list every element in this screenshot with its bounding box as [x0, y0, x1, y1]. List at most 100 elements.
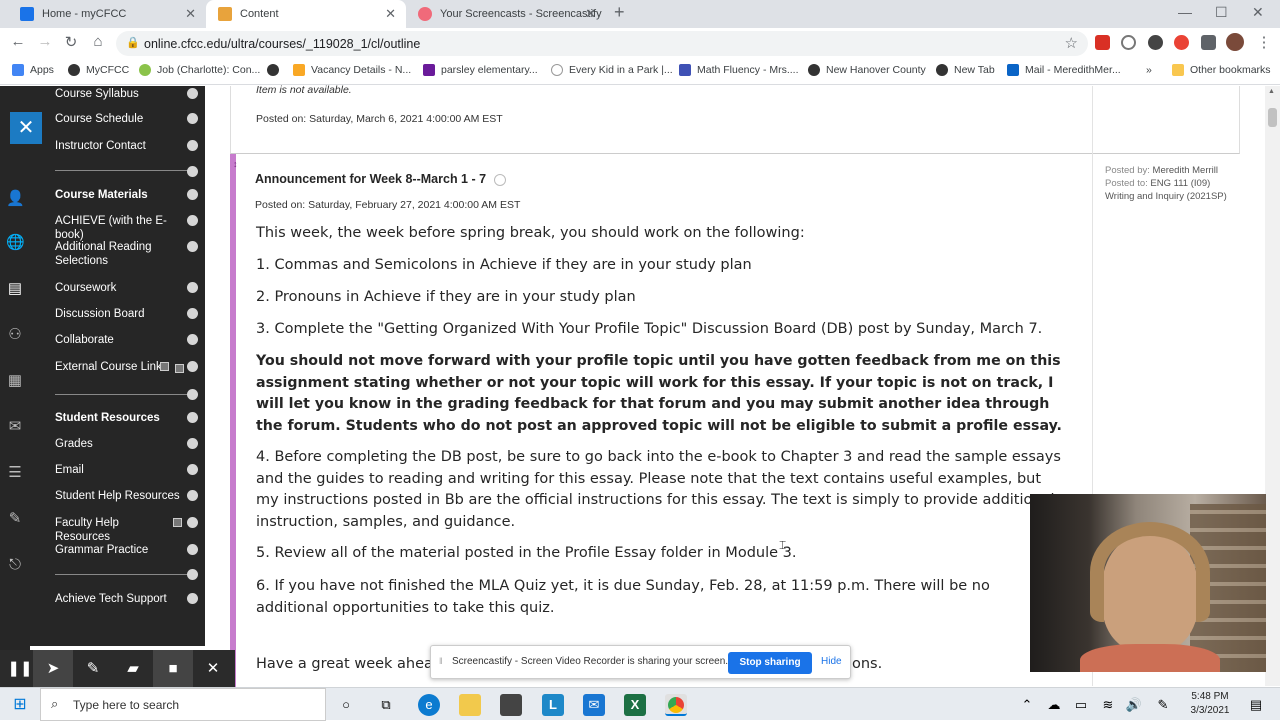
bookmark-parsley[interactable]: parsley elementary... — [423, 64, 538, 76]
excel-icon[interactable]: X — [624, 694, 646, 716]
bookmark-vacancy[interactable]: Vacancy Details - N... — [293, 64, 411, 76]
page-scrollbar[interactable] — [1265, 86, 1280, 686]
mail-icon[interactable]: ✉ — [583, 694, 605, 716]
nav-collaborate[interactable]: Collaborate — [55, 333, 187, 347]
person-icon[interactable]: 👤 — [6, 190, 25, 208]
windows-start-icon[interactable]: ⊞ — [9, 694, 31, 716]
announcement-title[interactable]: Announcement for Week 8--March 1 - 7 — [255, 172, 506, 186]
bookmark-new-hanover[interactable]: New Hanover County — [808, 64, 926, 76]
globe-icon[interactable]: 🌐 — [6, 234, 25, 252]
address-bar[interactable]: 🔒 online.cfcc.edu/ultra/courses/_119028_… — [116, 31, 1088, 56]
bookmark-globe[interactable] — [267, 64, 285, 76]
onedrive-icon[interactable]: ☁ — [1043, 694, 1065, 716]
calendar-icon[interactable]: ▦ — [6, 372, 24, 390]
taskbar-search-box[interactable]: ⌕ Type here to search — [40, 688, 326, 721]
nav-course-schedule[interactable]: Course Schedule — [55, 112, 187, 126]
pen-workspace-icon[interactable]: ✎ — [1152, 694, 1174, 716]
nav-grammar-practice[interactable]: Grammar Practice — [55, 543, 187, 557]
tab-label: Your Screencasts - Screencastify — [440, 8, 602, 20]
pen-icon[interactable]: ✎ — [73, 650, 113, 687]
close-tab-icon[interactable]: ✕ — [185, 6, 196, 22]
bookmark-math-fluency[interactable]: Math Fluency - Mrs.... — [679, 64, 799, 76]
bookmark-star-icon[interactable]: ☆ — [1065, 34, 1078, 52]
posted-on-text: Posted on: Saturday, February 27, 2021 4… — [255, 199, 521, 211]
bookmark-new-tab[interactable]: New Tab — [936, 64, 995, 76]
hide-button[interactable]: Hide — [821, 656, 842, 667]
bookmark-every-kid[interactable]: Every Kid in a Park |... — [551, 64, 673, 76]
maximize-icon[interactable]: ☐ — [1215, 4, 1228, 21]
nav-external-course-link[interactable]: External Course Link — [55, 360, 163, 374]
grip-icon[interactable]: ‖ — [439, 656, 443, 666]
courses-icon[interactable]: ▤ — [6, 280, 24, 298]
chrome-icon[interactable] — [665, 694, 687, 716]
new-tab-button[interactable]: + — [614, 2, 625, 23]
chevron-down-icon[interactable] — [493, 173, 506, 186]
chevron-up-icon[interactable]: ⌃ — [1016, 694, 1038, 716]
nav-student-resources[interactable]: Student Resources — [55, 411, 187, 425]
bookmark-apps[interactable]: Apps — [12, 64, 54, 76]
bookmark-job[interactable]: Job (Charlotte): Con... — [139, 64, 260, 76]
notifications-icon[interactable]: ▤ — [1245, 694, 1267, 716]
bookmark-other[interactable]: Other bookmarks — [1172, 64, 1271, 76]
store-icon[interactable] — [500, 694, 522, 716]
close-tab-icon[interactable]: ✕ — [585, 6, 596, 22]
tab-content[interactable]: Content ✕ — [206, 0, 406, 28]
nav-grades[interactable]: Grades — [55, 437, 187, 451]
minimize-icon[interactable]: — — [1178, 4, 1192, 20]
close-toolbar-icon[interactable]: ✕ — [193, 650, 233, 687]
grades-icon[interactable]: ☰ — [6, 464, 24, 482]
nav-achieve[interactable]: ACHIEVE (with the E-book) — [55, 214, 187, 242]
drag-handle-icon[interactable]: ↕ — [233, 159, 238, 169]
announcement-item-6: 6. If you have not finished the MLA Quiz… — [256, 578, 990, 616]
nav-coursework[interactable]: Coursework — [55, 281, 187, 295]
refresh-extension-icon[interactable] — [1121, 35, 1136, 50]
camera-icon[interactable]: ■ — [153, 650, 193, 687]
cursor-icon[interactable]: ➤ — [33, 650, 73, 687]
cortana-icon[interactable]: ○ — [335, 694, 357, 716]
lumen-icon[interactable]: L — [542, 694, 564, 716]
volume-icon[interactable]: 🔊 — [1123, 694, 1145, 716]
tab-screencastify[interactable]: Your Screencasts - Screencastify ✕ — [406, 0, 606, 28]
close-course-button[interactable]: ✕ — [10, 112, 42, 144]
sign-out-icon[interactable]: ⎋ — [6, 556, 24, 574]
bookmark-mail[interactable]: Mail - MeredithMer... — [1007, 64, 1121, 76]
taskbar-clock[interactable]: 5:48 PM 3/3/2021 — [1185, 690, 1235, 718]
nav-faculty-help[interactable]: Faculty Help Resources — [55, 516, 175, 544]
stop-sharing-button[interactable]: Stop sharing — [728, 652, 812, 674]
highlighter-icon[interactable]: ▰ — [113, 650, 153, 687]
edge-icon[interactable]: e — [418, 694, 440, 716]
nav-additional-reading[interactable]: Additional Reading Selections — [55, 240, 165, 268]
nav-email[interactable]: Email — [55, 463, 187, 477]
home-icon[interactable]: ⌂ — [88, 33, 108, 50]
nav-discussion-board[interactable]: Discussion Board — [55, 307, 187, 321]
nav-instructor-contact[interactable]: Instructor Contact — [55, 139, 187, 153]
reload-icon[interactable]: ↻ — [61, 33, 81, 51]
bookmarks-overflow[interactable]: » — [1146, 64, 1152, 76]
messages-icon[interactable]: ✉ — [6, 418, 24, 436]
screencastify-extension-icon[interactable] — [1174, 35, 1189, 50]
battery-icon[interactable]: ▭ — [1070, 694, 1092, 716]
puzzle-extensions-icon[interactable] — [1201, 35, 1216, 50]
menu-dots-icon[interactable]: ⋮ — [1254, 33, 1274, 51]
acrobat-extension-icon[interactable] — [1095, 35, 1110, 50]
scroll-up-icon[interactable]: ▲ — [1268, 88, 1275, 95]
profile-avatar[interactable] — [1226, 33, 1244, 51]
organizations-icon[interactable]: ⚇ — [6, 326, 24, 344]
file-explorer-icon[interactable] — [459, 694, 481, 716]
bookmark-mycfcc[interactable]: MyCFCC — [68, 64, 129, 76]
window-close-icon[interactable]: ✕ — [1252, 4, 1264, 21]
nav-student-help[interactable]: Student Help Resources — [55, 489, 187, 503]
nav-course-materials[interactable]: Course Materials — [55, 188, 187, 202]
tab-home-mycfcc[interactable]: Home - myCFCC ✕ — [8, 0, 206, 28]
scrollbar-thumb[interactable] — [1268, 108, 1277, 127]
nav-course-syllabus[interactable]: Course Syllabus — [55, 87, 187, 101]
nav-achieve-tech-support[interactable]: Achieve Tech Support — [55, 592, 187, 606]
back-icon[interactable]: ← — [8, 33, 28, 50]
edit-icon[interactable]: ✎ — [6, 510, 24, 528]
close-tab-icon[interactable]: ✕ — [385, 6, 396, 22]
extension-icon[interactable] — [1148, 35, 1163, 50]
wifi-icon[interactable]: ≋ — [1097, 694, 1119, 716]
course-navigation-menu: Course Syllabus Course Schedule Instruct… — [30, 86, 205, 646]
task-view-icon[interactable]: ⧉ — [375, 694, 397, 716]
forward-icon[interactable]: → — [35, 33, 55, 50]
